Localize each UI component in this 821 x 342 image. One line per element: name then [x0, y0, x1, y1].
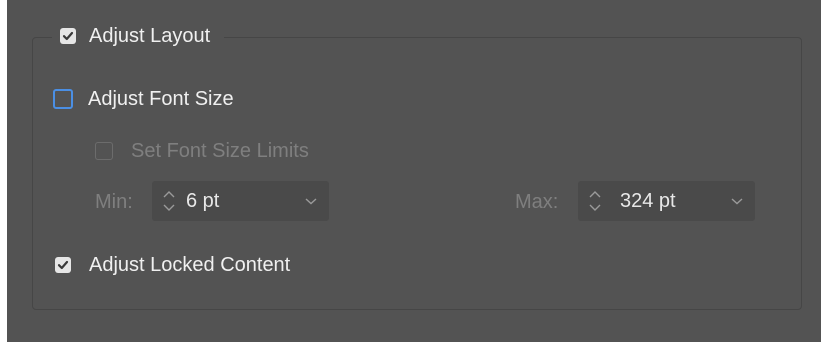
checkmark-icon	[57, 260, 69, 270]
min-font-size-value[interactable]: 6 pt	[186, 190, 293, 213]
chevron-down-icon[interactable]	[293, 181, 329, 221]
max-label: Max:	[515, 190, 559, 213]
min-label: Min:	[95, 190, 133, 213]
max-font-size-stepper[interactable]: 324 pt	[578, 181, 755, 221]
checkmark-icon	[62, 31, 74, 41]
adjust-layout-checkmark-box[interactable]	[60, 28, 76, 44]
max-font-size-value[interactable]: 324 pt	[612, 190, 719, 213]
adjust-font-size-label: Adjust Font Size	[88, 87, 234, 110]
set-font-size-limits-box[interactable]	[95, 142, 113, 160]
chevron-down-icon[interactable]	[719, 181, 755, 221]
panel-background: { "adjust_layout": { "label": "Adjust La…	[0, 0, 821, 342]
min-font-size-stepper[interactable]: 6 pt	[152, 181, 329, 221]
adjust-layout-label: Adjust Layout	[89, 24, 211, 47]
set-font-size-limits-label: Set Font Size Limits	[131, 139, 309, 162]
set-font-size-limits-checkbox[interactable]: Set Font Size Limits	[95, 140, 309, 162]
adjust-layout-checkbox[interactable]: Adjust Layout	[52, 19, 225, 53]
stepper-arrows-icon[interactable]	[578, 181, 612, 221]
adjust-font-size-box[interactable]	[53, 89, 73, 109]
adjust-font-size-checkbox[interactable]: Adjust Font Size	[53, 88, 234, 110]
adjust-locked-content-box[interactable]	[55, 257, 71, 273]
adjust-locked-content-checkbox[interactable]: Adjust Locked Content	[55, 254, 290, 276]
stepper-arrows-icon[interactable]	[152, 181, 186, 221]
adjust-locked-content-label: Adjust Locked Content	[89, 253, 291, 276]
window-edge	[0, 0, 7, 342]
